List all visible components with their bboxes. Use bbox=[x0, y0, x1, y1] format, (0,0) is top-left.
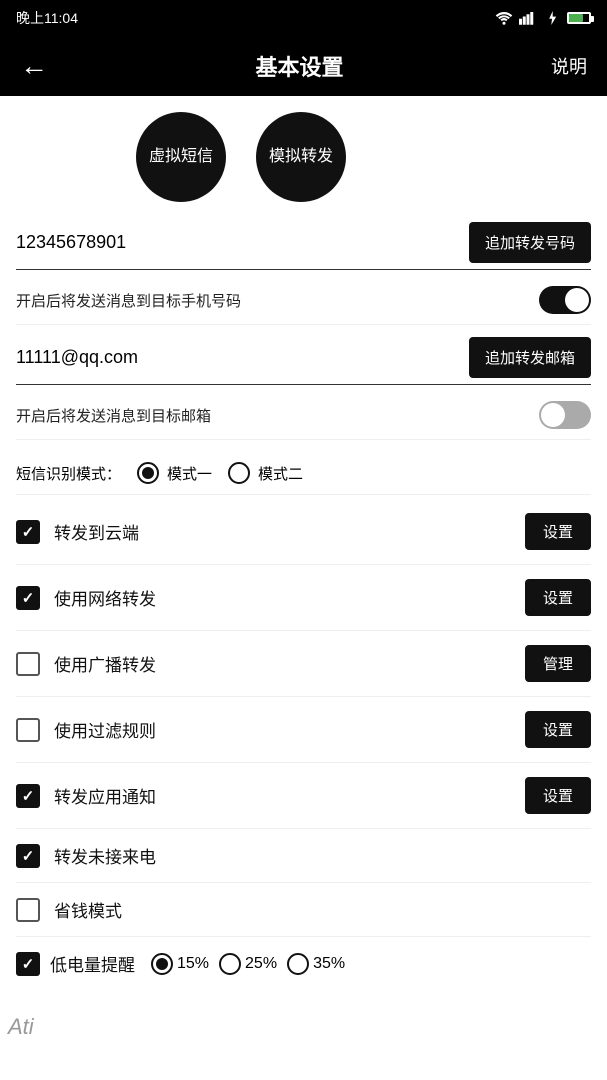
checkbox-item-forward-cloud: 转发到云端 设置 bbox=[16, 499, 591, 565]
checkbox-battery-alert[interactable] bbox=[16, 952, 40, 976]
checkbox-broadcast-forward[interactable] bbox=[16, 652, 40, 676]
signal-icon bbox=[519, 11, 537, 25]
checkbox-item-broadcast-forward: 使用广播转发 管理 bbox=[16, 631, 591, 697]
email-toggle-row: 开启后将发送消息到目标邮箱 bbox=[16, 391, 591, 440]
checkbox-item-save-mode: 省钱模式 bbox=[16, 883, 591, 937]
email-toggle-switch[interactable] bbox=[539, 401, 591, 429]
email-input[interactable] bbox=[16, 341, 459, 374]
simulate-forward-button[interactable]: 模拟 转发 bbox=[256, 112, 346, 202]
sms-mode-label-2: 模式二 bbox=[258, 463, 303, 484]
manage-btn-broadcast-forward[interactable]: 管理 bbox=[525, 645, 591, 682]
battery-label-15: 15% bbox=[177, 955, 209, 973]
label-broadcast-forward: 使用广播转发 bbox=[54, 651, 156, 676]
phone-toggle-knob bbox=[565, 288, 589, 312]
add-phone-button[interactable]: 追加转发号码 bbox=[469, 222, 591, 263]
sms-mode-option-2[interactable]: 模式二 bbox=[228, 462, 303, 484]
add-email-button[interactable]: 追加转发邮箱 bbox=[469, 337, 591, 378]
battery-option-15[interactable]: 15% bbox=[151, 953, 209, 975]
phone-toggle-row: 开启后将发送消息到目标手机号码 bbox=[16, 276, 591, 325]
battery-radio-25[interactable] bbox=[219, 953, 241, 975]
label-battery-alert: 低电量提醒 bbox=[50, 951, 135, 976]
battery-label-25: 25% bbox=[245, 955, 277, 973]
sms-mode-radio-2[interactable] bbox=[228, 462, 250, 484]
phone-input[interactable] bbox=[16, 226, 459, 259]
battery-option-25[interactable]: 25% bbox=[219, 953, 277, 975]
status-icons bbox=[495, 11, 591, 25]
checkbox-list: 转发到云端 设置 使用网络转发 设置 使用广播转发 管理 使用过滤规则 bbox=[16, 499, 591, 990]
battery-label-35: 35% bbox=[313, 955, 345, 973]
battery-icon bbox=[567, 12, 591, 24]
label-save-mode: 省钱模式 bbox=[54, 897, 122, 922]
battery-alert-row: 低电量提醒 15% 25% 35% bbox=[16, 937, 591, 990]
setting-btn-filter-rules[interactable]: 设置 bbox=[525, 711, 591, 748]
battery-options: 15% 25% 35% bbox=[151, 953, 345, 975]
sms-mode-row: 短信识别模式： 模式一 模式二 bbox=[16, 452, 591, 495]
label-app-notify: 转发应用通知 bbox=[54, 783, 156, 808]
checkbox-item-missed-calls: 转发未接来电 bbox=[16, 829, 591, 883]
header: ← 基本设置 说明 bbox=[0, 36, 607, 96]
sms-mode-radio-1[interactable] bbox=[137, 462, 159, 484]
phone-toggle-label: 开启后将发送消息到目标手机号码 bbox=[16, 290, 241, 311]
label-network-forward: 使用网络转发 bbox=[54, 585, 156, 610]
label-forward-cloud: 转发到云端 bbox=[54, 519, 139, 544]
email-input-row: 追加转发邮箱 bbox=[16, 337, 591, 385]
battery-radio-35[interactable] bbox=[287, 953, 309, 975]
phone-toggle-switch[interactable] bbox=[539, 286, 591, 314]
battery-radio-15[interactable] bbox=[151, 953, 173, 975]
sms-mode-label-1: 模式一 bbox=[167, 463, 212, 484]
sms-mode-label: 短信识别模式： bbox=[16, 463, 121, 484]
checkbox-missed-calls[interactable] bbox=[16, 844, 40, 868]
bottom-ati-text: Ati bbox=[8, 1014, 34, 1040]
email-toggle-knob bbox=[541, 403, 565, 427]
setting-btn-forward-cloud[interactable]: 设置 bbox=[525, 513, 591, 550]
virtual-sms-button[interactable]: 虚拟 短信 bbox=[136, 112, 226, 202]
checkbox-app-notify[interactable] bbox=[16, 784, 40, 808]
checkbox-item-filter-rules: 使用过滤规则 设置 bbox=[16, 697, 591, 763]
status-bar: 晚上11:04 bbox=[0, 0, 607, 36]
label-filter-rules: 使用过滤规则 bbox=[54, 717, 156, 742]
email-toggle-label: 开启后将发送消息到目标邮箱 bbox=[16, 405, 211, 426]
help-button[interactable]: 说明 bbox=[551, 53, 587, 79]
checkbox-item-app-notify: 转发应用通知 设置 bbox=[16, 763, 591, 829]
checkbox-filter-rules[interactable] bbox=[16, 718, 40, 742]
phone-input-row: 追加转发号码 bbox=[16, 222, 591, 270]
checkbox-item-network-forward: 使用网络转发 设置 bbox=[16, 565, 591, 631]
status-time: 晚上11:04 bbox=[16, 8, 78, 28]
setting-btn-app-notify[interactable]: 设置 bbox=[525, 777, 591, 814]
checkbox-network-forward[interactable] bbox=[16, 586, 40, 610]
main-content: 虚拟 短信 模拟 转发 追加转发号码 开启后将发送消息到目标手机号码 追加转发邮… bbox=[0, 96, 607, 1006]
wifi-icon bbox=[495, 11, 513, 25]
page-title: 基本设置 bbox=[255, 50, 343, 82]
back-button[interactable]: ← bbox=[20, 50, 48, 82]
checkbox-save-mode[interactable] bbox=[16, 898, 40, 922]
sms-mode-option-1[interactable]: 模式一 bbox=[137, 462, 212, 484]
battery-option-35[interactable]: 35% bbox=[287, 953, 345, 975]
top-buttons: 虚拟 短信 模拟 转发 bbox=[16, 112, 591, 202]
setting-btn-network-forward[interactable]: 设置 bbox=[525, 579, 591, 616]
label-missed-calls: 转发未接来电 bbox=[54, 843, 156, 868]
charging-icon bbox=[543, 11, 561, 25]
checkbox-forward-cloud[interactable] bbox=[16, 520, 40, 544]
